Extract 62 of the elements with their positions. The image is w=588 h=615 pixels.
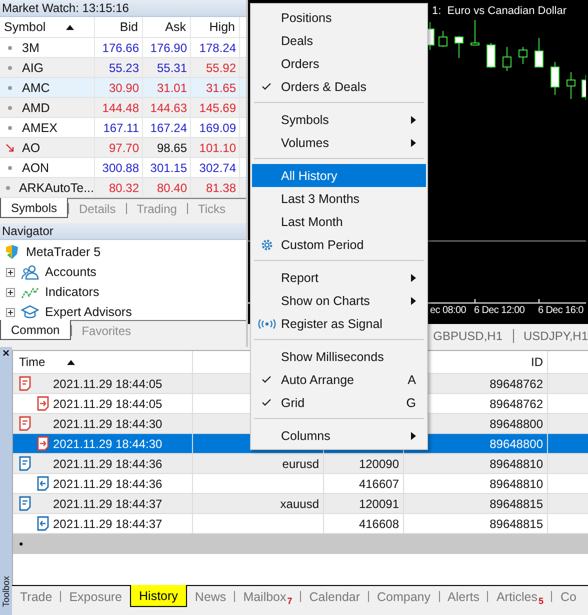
symbol-cell: xauusd <box>280 496 319 510</box>
price-cell: 30.90 <box>95 78 143 97</box>
price-cell: 145.69 <box>191 98 240 117</box>
bullet-mark: • <box>19 537 24 551</box>
id-cell: 89648800 <box>490 436 543 450</box>
price-cell: 31.01 <box>143 78 191 97</box>
time-cell: 2021.11.29 18:44:05 <box>53 396 162 410</box>
symbol-name: ARKAutoTe... <box>18 180 94 194</box>
number-cell: 416608 <box>358 516 399 530</box>
price-cell: 81.38 <box>191 178 240 197</box>
id-cell: 89648762 <box>490 396 543 410</box>
price-cell: 178.24 <box>191 38 240 57</box>
symbol-name: AMC <box>22 80 50 94</box>
id-cell: 89648762 <box>490 376 543 390</box>
symbol-name: 3M <box>22 40 40 54</box>
number-cell: 120091 <box>358 496 399 510</box>
price-cell: 144.48 <box>95 98 143 117</box>
panel-title: Market Watch: 13:15:16 <box>0 0 246 17</box>
id-cell: 89648810 <box>490 476 543 490</box>
time-label: 6 Dec 16:0 <box>538 305 584 316</box>
price-cell: 101.10 <box>191 138 240 157</box>
id-cell: 89648815 <box>490 516 543 530</box>
id-cell: 89648815 <box>490 496 543 510</box>
symbol-name: AIG <box>22 60 44 74</box>
price-cell: 300.88 <box>95 158 143 177</box>
price-cell: 144.63 <box>143 98 191 117</box>
panel-title: Navigator <box>0 223 246 240</box>
id-cell: 89648810 <box>490 456 543 470</box>
price-cell: 55.23 <box>95 58 143 77</box>
number-cell: 120090 <box>358 456 399 470</box>
price-cell: 31.65 <box>191 78 240 97</box>
symbol-name: AMD <box>22 100 50 114</box>
price-cell: 80.32 <box>95 178 143 197</box>
toolbox-title: Toolbox <box>0 576 12 607</box>
price-cell: 167.11 <box>95 118 143 137</box>
price-cell: 98.65 <box>143 138 191 157</box>
time-cell: 2021.11.29 18:44:37 <box>53 516 162 530</box>
id-cell: 89648800 <box>490 416 543 430</box>
time-label: 6 Dec 12:00 <box>474 305 525 316</box>
price-cell: 169.09 <box>191 118 240 137</box>
symbol-name: AMEX <box>22 120 58 134</box>
time-label: ec 08:00 <box>430 305 466 316</box>
price-cell: 301.15 <box>143 158 191 177</box>
time-cell: 2021.11.29 18:44:05 <box>53 376 162 390</box>
price-cell: 55.31 <box>143 58 191 77</box>
time-cell: 2021.11.29 18:44:36 <box>53 476 162 490</box>
time-cell: 2021.11.29 18:44:37 <box>53 496 162 510</box>
time-cell: 2021.11.29 18:44:30 <box>53 416 162 430</box>
symbol-name: AON <box>22 160 50 174</box>
time-cell: 2021.11.29 18:44:36 <box>53 456 162 470</box>
price-cell: 176.90 <box>143 38 191 57</box>
price-cell: 167.24 <box>143 118 191 137</box>
chart-title: 1: Euro vs Canadian Dollar <box>432 5 567 17</box>
price-cell: 55.92 <box>191 58 240 77</box>
price-cell: 97.70 <box>95 138 143 157</box>
price-cell: 302.74 <box>191 158 240 177</box>
number-cell: 416607 <box>358 476 399 490</box>
price-cell: 80.40 <box>143 178 191 197</box>
time-cell: 2021.11.29 18:44:30 <box>53 436 162 450</box>
price-cell: 176.66 <box>95 38 143 57</box>
symbol-cell: eurusd <box>282 456 319 470</box>
symbol-name: AO <box>22 140 40 154</box>
